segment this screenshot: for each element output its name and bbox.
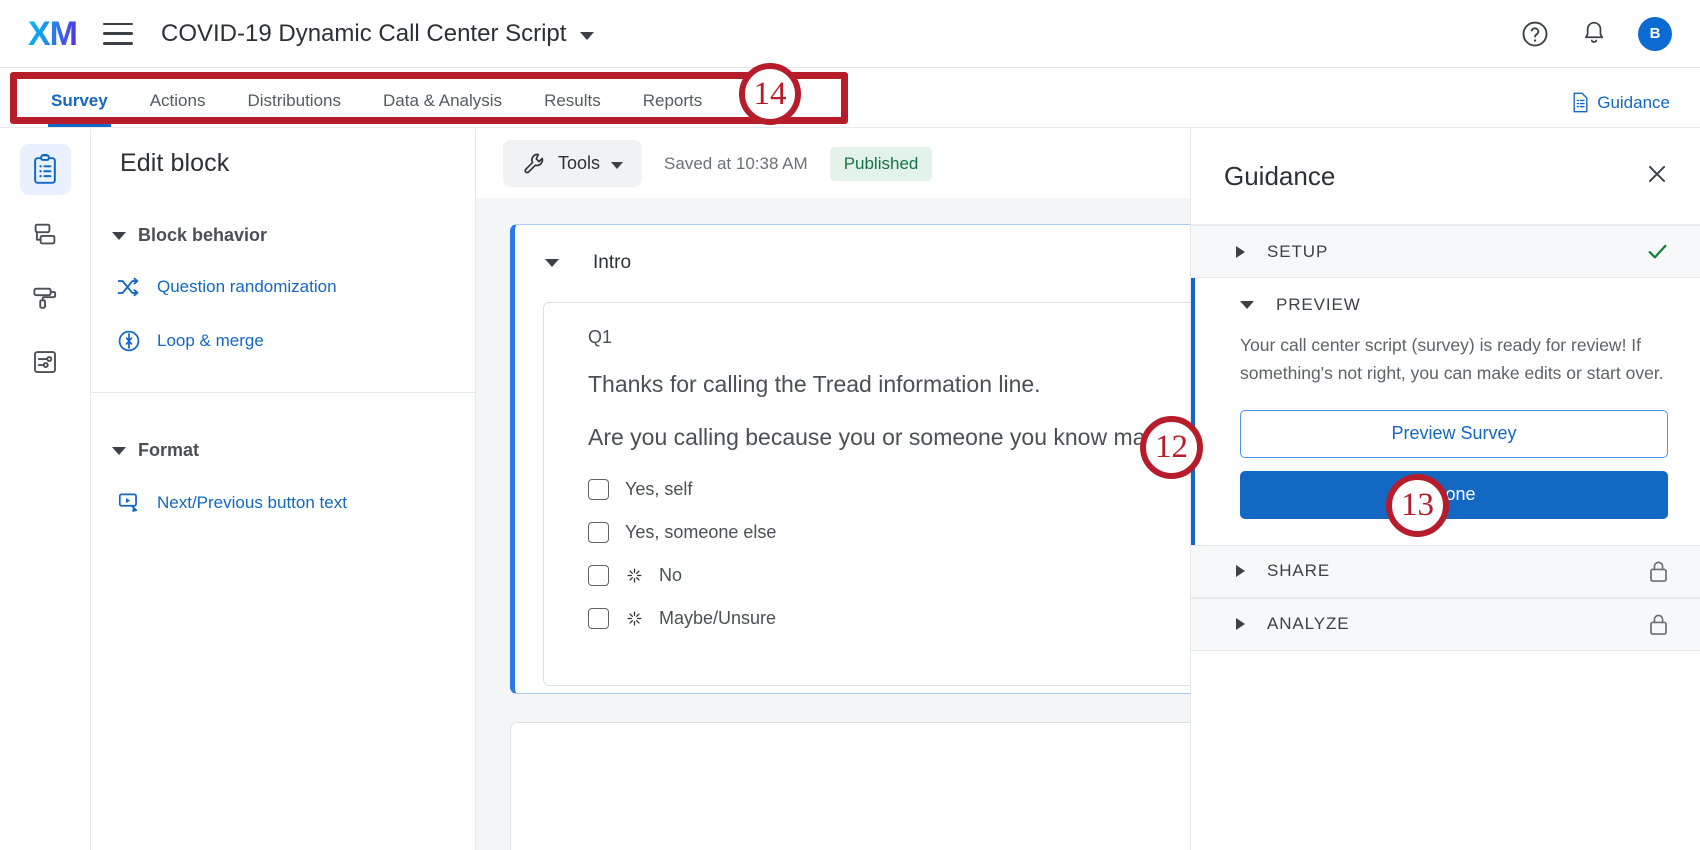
skip-logic-icon [625,610,643,627]
caret-right-icon [1236,246,1245,258]
shuffle-icon [116,276,142,298]
top-header: XM COVID-19 Dynamic Call Center Script [0,0,1700,68]
tab-distributions[interactable]: Distributions [226,91,362,127]
guidance-section-analyze-label: ANALYZE [1267,614,1350,634]
link-next-previous-button-text[interactable]: Next/Previous button text [112,491,475,515]
left-icon-rail [0,129,91,850]
tools-button[interactable]: Tools [503,140,642,187]
section-block-behavior-label: Block behavior [138,225,267,246]
lock-icon [1647,612,1670,637]
caret-down-icon [112,447,126,455]
done-button[interactable]: Done [1240,471,1668,519]
choice-label: Yes, someone else [625,522,776,543]
header-actions: B [1520,17,1672,51]
app-root: XM COVID-19 Dynamic Call Center Script [0,0,1700,850]
survey-options-icon [30,347,60,377]
button-text-icon [116,491,142,515]
guidance-panel-title: Guidance [1224,161,1335,192]
section-block-behavior: Block behavior Question randomization Lo… [91,225,475,354]
guidance-section-setup-label: SETUP [1267,242,1328,262]
tools-button-label: Tools [558,153,600,174]
caret-down-icon [1240,301,1254,309]
close-icon[interactable] [1644,161,1670,192]
rail-item-survey-flow[interactable] [20,208,71,259]
rail-item-look-and-feel[interactable] [20,272,71,323]
annotation-marker-14: 14 [739,63,801,125]
chevron-down-icon [611,162,623,169]
xm-logo[interactable]: XM [28,17,77,51]
hamburger-icon[interactable] [103,23,133,45]
checkbox[interactable] [588,479,609,500]
tab-survey[interactable]: Survey [30,91,129,127]
tab-results[interactable]: Results [523,91,622,127]
link-question-randomization-label: Question randomization [157,277,337,297]
tab-data-analysis[interactable]: Data & Analysis [362,91,523,127]
link-next-previous-button-text-label: Next/Previous button text [157,493,347,513]
project-title-label: COVID-19 Dynamic Call Center Script [161,20,566,48]
status-badge: Published [830,147,933,181]
link-loop-and-merge[interactable]: Loop & merge [112,328,475,354]
checkbox[interactable] [588,608,609,629]
choice-label: Yes, self [625,479,692,500]
caret-right-icon [1236,618,1245,630]
guidance-preview-body: Your call center script (survey) is read… [1240,331,1668,388]
guidance-section-share-label: SHARE [1267,561,1330,581]
guidance-section-setup[interactable]: SETUP [1191,225,1700,278]
guidance-section-preview-label: PREVIEW [1276,295,1361,315]
guidance-section-share[interactable]: SHARE [1191,545,1700,598]
wrench-icon [522,151,547,176]
rail-item-survey-options[interactable] [20,336,71,387]
guidance-section-preview[interactable]: PREVIEW [1236,278,1668,331]
question-circle-icon[interactable] [1520,19,1550,49]
preview-survey-button[interactable]: Preview Survey [1240,410,1668,458]
section-format-header[interactable]: Format [112,440,475,461]
guidance-panel-header: Guidance [1191,129,1700,225]
edit-block-panel: Edit block Block behavior Question rando… [91,129,476,850]
survey-flow-icon [30,219,60,249]
skip-logic-icon [625,567,643,584]
lock-icon [1647,559,1670,584]
tab-actions[interactable]: Actions [129,91,227,127]
block-name: Intro [593,252,631,274]
rail-item-survey-builder[interactable] [20,144,71,195]
guidance-link[interactable]: Guidance [1571,92,1670,113]
check-icon [1645,239,1670,264]
section-format-label: Format [138,440,199,461]
project-title[interactable]: COVID-19 Dynamic Call Center Script [161,20,594,48]
caret-right-icon [1236,565,1245,577]
paint-roller-icon [30,283,60,313]
chevron-down-icon[interactable] [580,32,594,40]
tab-bar: Survey Actions Distributions Data & Anal… [0,68,1700,128]
checkbox[interactable] [588,565,609,586]
section-format: Format Next/Previous button text [91,440,475,515]
guidance-link-label: Guidance [1597,93,1670,113]
loop-merge-icon [116,328,142,354]
choice-label: Maybe/Unsure [659,608,776,629]
clipboard-icon [30,154,60,186]
document-list-icon [1571,92,1590,113]
caret-down-icon [112,232,126,240]
annotation-marker-12: 12 [1140,416,1203,479]
link-question-randomization[interactable]: Question randomization [112,276,475,298]
guidance-section-analyze[interactable]: ANALYZE [1191,598,1700,651]
caret-down-icon[interactable] [545,259,559,267]
link-loop-and-merge-label: Loop & merge [157,331,264,351]
tab-list: Survey Actions Distributions Data & Anal… [0,68,723,127]
section-block-behavior-header[interactable]: Block behavior [112,225,475,246]
avatar[interactable]: B [1638,17,1672,51]
edit-block-title: Edit block [91,129,475,178]
annotation-marker-13: 13 [1386,474,1449,537]
panel-divider [91,392,475,393]
choice-label: No [659,565,682,586]
checkbox[interactable] [588,522,609,543]
saved-status: Saved at 10:38 AM [664,154,808,174]
bell-icon[interactable] [1580,19,1608,49]
tab-reports[interactable]: Reports [622,91,724,127]
